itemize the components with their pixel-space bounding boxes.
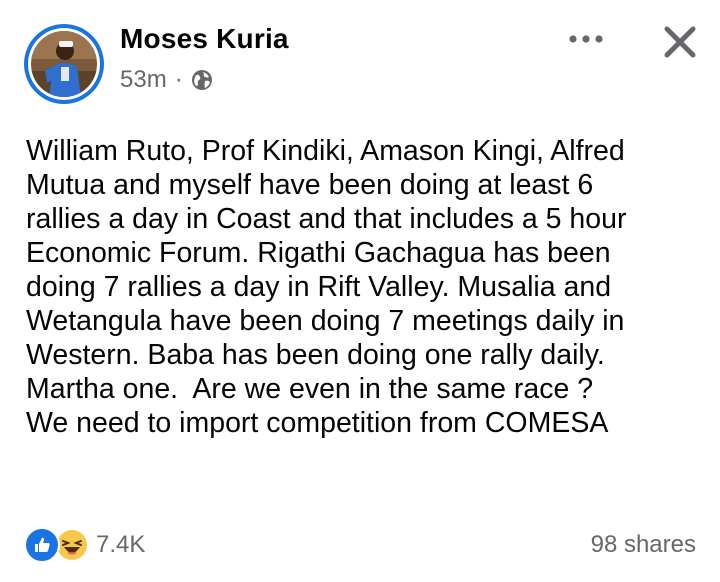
more-dots-icon[interactable] xyxy=(566,26,606,52)
globe-icon[interactable] xyxy=(191,69,213,91)
post-body-text: William Ruto, Prof Kindiki, Amason Kingi… xyxy=(26,135,627,439)
close-icon[interactable] xyxy=(662,24,698,60)
reaction-count: 7.4K xyxy=(96,531,146,558)
post-meta: 53m · xyxy=(120,66,213,94)
reaction-summary[interactable]: 7.4K xyxy=(24,527,146,563)
avatar-photo xyxy=(31,31,97,97)
shares-count[interactable]: 98 shares xyxy=(591,531,696,559)
post-timestamp[interactable]: 53m xyxy=(120,66,167,94)
meta-separator: · xyxy=(174,66,183,93)
author-avatar[interactable] xyxy=(24,24,104,104)
author-name[interactable]: Moses Kuria xyxy=(120,23,289,55)
like-icon xyxy=(24,527,60,563)
